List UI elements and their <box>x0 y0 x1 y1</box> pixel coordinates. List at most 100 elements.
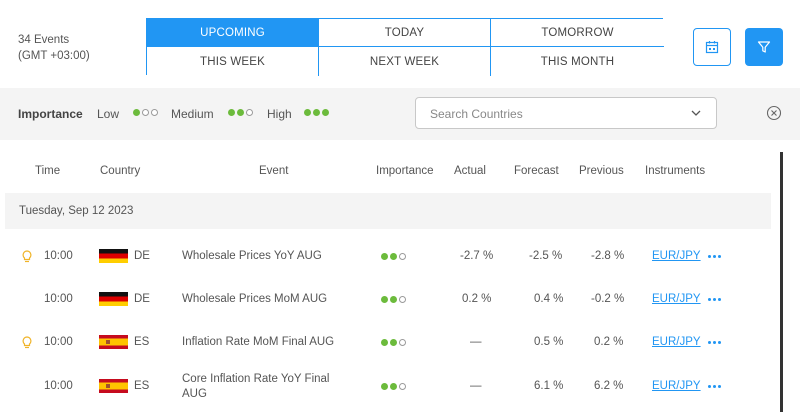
previous-value: 0.2 % <box>594 336 624 348</box>
previous-value: 6.2 % <box>594 380 624 392</box>
more-options-icon[interactable] <box>708 255 721 258</box>
importance-label: Importance <box>18 107 83 121</box>
column-header-importance: Importance <box>376 165 434 177</box>
period-tomorrow-button[interactable]: TOMORROW <box>491 19 664 47</box>
importance-indicator <box>381 253 406 260</box>
dot-filled <box>390 253 397 260</box>
table-row[interactable]: 10:00 ES Core Inflation Rate YoY Final A… <box>0 365 780 412</box>
actual-value: — <box>470 380 482 392</box>
table-row[interactable]: 10:00 ES Inflation Rate MoM Final AUG — … <box>0 320 780 364</box>
importance-medium-label[interactable]: Medium <box>171 107 214 121</box>
top-bar: 34 Events (GMT +03:00) UPCOMING TODAY TO… <box>0 0 800 88</box>
forecast-value: 6.1 % <box>534 380 564 392</box>
dot-filled <box>304 109 311 116</box>
more-options-icon[interactable] <box>708 341 721 344</box>
event-name-line2: AUG <box>182 388 207 400</box>
day-label: Tuesday, Sep 12 2023 <box>19 205 134 217</box>
dot-empty <box>151 109 158 116</box>
event-name[interactable]: Core Inflation Rate YoY Final AUG <box>182 372 329 402</box>
event-time: 10:00 <box>44 250 73 262</box>
actual-value: — <box>470 336 482 348</box>
importance-medium-dots[interactable] <box>228 109 253 116</box>
importance-high-dots[interactable] <box>304 109 329 116</box>
event-name[interactable]: Wholesale Prices MoM AUG <box>182 293 327 305</box>
event-count: 34 Events <box>18 34 70 46</box>
more-options-icon[interactable] <box>708 385 721 388</box>
dot-empty <box>399 253 406 260</box>
table-row[interactable]: 10:00 DE Wholesale Prices YoY AUG -2.7 %… <box>0 234 780 278</box>
importance-low-dots[interactable] <box>133 109 158 116</box>
event-time: 10:00 <box>44 293 73 305</box>
event-time: 10:00 <box>44 336 73 348</box>
importance-high-label[interactable]: High <box>267 107 292 121</box>
dot-empty <box>399 296 406 303</box>
period-selector: UPCOMING TODAY TOMORROW THIS WEEK NEXT W… <box>146 18 664 76</box>
dot-empty <box>246 109 253 116</box>
period-this-month-button[interactable]: THIS MONTH <box>491 47 664 76</box>
scrollbar[interactable] <box>780 152 783 412</box>
period-next-week-button[interactable]: NEXT WEEK <box>319 47 491 76</box>
column-header-event: Event <box>259 165 289 177</box>
instrument-link[interactable]: EUR/JPY <box>652 336 701 348</box>
lightbulb-icon <box>22 336 32 349</box>
country-code: ES <box>134 380 150 392</box>
dot-filled <box>381 296 388 303</box>
filter-icon <box>757 41 771 53</box>
dot-filled <box>381 339 388 346</box>
germany-flag-icon <box>99 249 128 263</box>
previous-value: -0.2 % <box>591 293 625 305</box>
importance-indicator <box>381 339 406 346</box>
calendar-button[interactable] <box>693 28 731 66</box>
chevron-down-icon <box>691 110 701 116</box>
column-header-forecast: Forecast <box>514 165 559 177</box>
event-name-line1: Core Inflation Rate YoY Final <box>182 373 330 385</box>
event-name[interactable]: Wholesale Prices YoY AUG <box>182 250 322 262</box>
period-upcoming-button[interactable]: UPCOMING <box>147 19 319 47</box>
period-today-button[interactable]: TODAY <box>319 19 491 47</box>
instrument-link[interactable]: EUR/JPY <box>652 380 701 392</box>
table-row[interactable]: 10:00 DE Wholesale Prices MoM AUG 0.2 % … <box>0 277 780 321</box>
previous-value: -2.8 % <box>591 250 625 262</box>
event-time: 10:00 <box>44 380 73 392</box>
forecast-value: -2.5 % <box>529 250 563 262</box>
column-header-instruments: Instruments <box>645 165 706 177</box>
lightbulb-icon <box>22 250 32 263</box>
dot-empty <box>399 339 406 346</box>
filter-button[interactable] <box>745 28 783 66</box>
calendar-icon <box>705 41 719 54</box>
country-code: DE <box>134 293 150 305</box>
dot-empty <box>399 383 406 390</box>
spain-flag-icon <box>99 379 128 393</box>
dot-filled <box>228 109 235 116</box>
importance-indicator <box>381 383 406 390</box>
more-options-icon[interactable] <box>708 298 721 301</box>
event-name[interactable]: Inflation Rate MoM Final AUG <box>182 336 334 348</box>
germany-flag-icon <box>99 292 128 306</box>
dot-filled <box>390 296 397 303</box>
close-circle-icon[interactable] <box>766 105 782 121</box>
instrument-link[interactable]: EUR/JPY <box>652 250 701 262</box>
timezone-label: (GMT +03:00) <box>18 50 90 62</box>
dot-filled <box>133 109 140 116</box>
period-this-week-button[interactable]: THIS WEEK <box>147 47 319 76</box>
event-count-info: 34 Events (GMT +03:00) <box>18 32 90 64</box>
actual-value: 0.2 % <box>462 293 492 305</box>
column-header-actual: Actual <box>454 165 486 177</box>
forecast-value: 0.4 % <box>534 293 564 305</box>
instrument-link[interactable]: EUR/JPY <box>652 293 701 305</box>
dot-filled <box>381 253 388 260</box>
actual-value: -2.7 % <box>460 250 494 262</box>
dot-filled <box>381 383 388 390</box>
country-code: DE <box>134 250 150 262</box>
column-header-time: Time <box>35 165 61 177</box>
dot-filled <box>322 109 329 116</box>
search-placeholder: Search Countries <box>430 107 523 121</box>
spain-flag-icon <box>99 335 128 349</box>
country-search-dropdown[interactable]: Search Countries <box>415 97 717 129</box>
column-header-previous: Previous <box>579 165 624 177</box>
dot-filled <box>390 339 397 346</box>
filter-bar: Importance Low Medium High Search Countr… <box>0 88 800 140</box>
dot-filled <box>237 109 244 116</box>
country-code: ES <box>134 336 150 348</box>
importance-low-label[interactable]: Low <box>97 107 119 121</box>
